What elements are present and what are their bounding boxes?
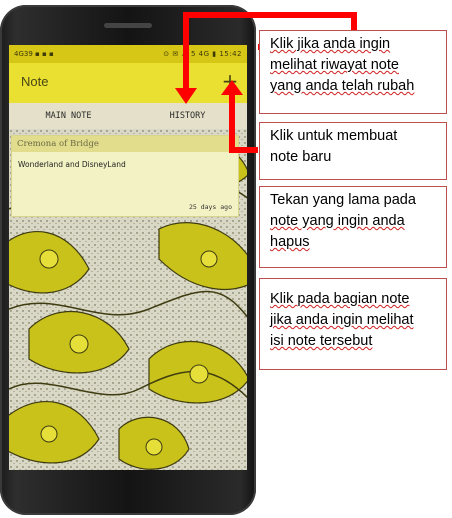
callout-view-line-2: jika anda ingin melihat [270,312,414,328]
tab-history[interactable]: HISTORY [128,103,247,129]
status-left: 4G39 ▪ ▪ ▪ [14,50,54,58]
phone-frame: 4G39 ▪ ▪ ▪ ⊙ ✉ ⚠ 5 4G ▮ 15:42 Note + MAI… [0,5,256,515]
phone-screen: 4G39 ▪ ▪ ▪ ⊙ ✉ ⚠ 5 4G ▮ 15:42 Note + MAI… [9,45,247,470]
phone-speaker [104,23,152,28]
callout-history-line-2: melihat riwayat note [270,57,399,73]
note-card[interactable]: Cremona of Bridge Wonderland and DisneyL… [11,135,239,217]
callout-add-line-1: Klik untuk membuat [270,128,398,144]
callout-add: Klik untuk membuat note baru [259,122,447,180]
callout-view-line-1: Klik pada bagian note [270,291,410,307]
callout-delete-line-2: note yang ingin anda [270,213,405,229]
tab-bar: MAIN NOTE HISTORY [9,103,247,129]
add-note-button[interactable]: + [219,69,241,93]
callout-add-line-2: note baru [270,149,332,165]
app-title: Note [21,74,49,89]
callout-delete-line-1: Tekan yang lama pada [270,192,416,208]
callout-delete-line-3: hapus [270,234,310,250]
note-timestamp: 25 days ago [188,203,232,211]
callout-view-line-3: isi note tersebut [270,333,373,349]
callout-history-line-3: yang anda telah rubah [270,78,415,94]
callout-delete: Tekan yang lama pada note yang ingin and… [259,186,447,268]
status-bar: 4G39 ▪ ▪ ▪ ⊙ ✉ ⚠ 5 4G ▮ 15:42 [9,45,247,63]
status-right: ⊙ ✉ ⚠ 5 4G ▮ 15:42 [163,50,242,58]
note-body: Wonderland and DisneyLand [18,160,126,169]
callout-view: Klik pada bagian note jika anda ingin me… [259,278,447,370]
callout-history: Klik jika anda ingin melihat riwayat not… [259,30,447,114]
callout-history-line-1: Klik jika anda ingin [270,36,391,52]
note-title: Cremona of Bridge [17,139,99,149]
tab-main-note[interactable]: MAIN NOTE [9,103,128,129]
action-bar: Note + [9,63,247,103]
note-title-bar: Cremona of Bridge [12,136,238,152]
